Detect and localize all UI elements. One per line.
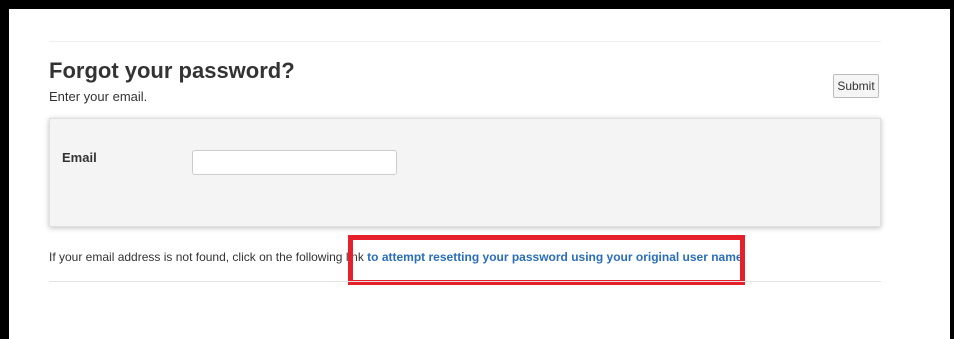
submit-button[interactable]: Submit: [833, 74, 879, 98]
not-found-notice: If your email address is not found, clic…: [49, 250, 746, 264]
top-divider: [49, 41, 881, 42]
notice-period: .: [742, 250, 746, 264]
screen-frame-left: [0, 0, 9, 339]
screen-frame-right: [950, 0, 954, 339]
page-subtitle: Enter your email.: [49, 89, 148, 104]
page-title: Forgot your password?: [49, 58, 295, 83]
email-form-panel: [49, 118, 881, 227]
bottom-divider: [49, 281, 881, 282]
email-field[interactable]: [192, 150, 397, 175]
email-label: Email: [62, 150, 97, 165]
notice-text: If your email address is not found, clic…: [49, 250, 364, 264]
screen-frame-top: [0, 0, 954, 9]
reset-with-username-link[interactable]: to attempt resetting your password using…: [367, 250, 742, 264]
